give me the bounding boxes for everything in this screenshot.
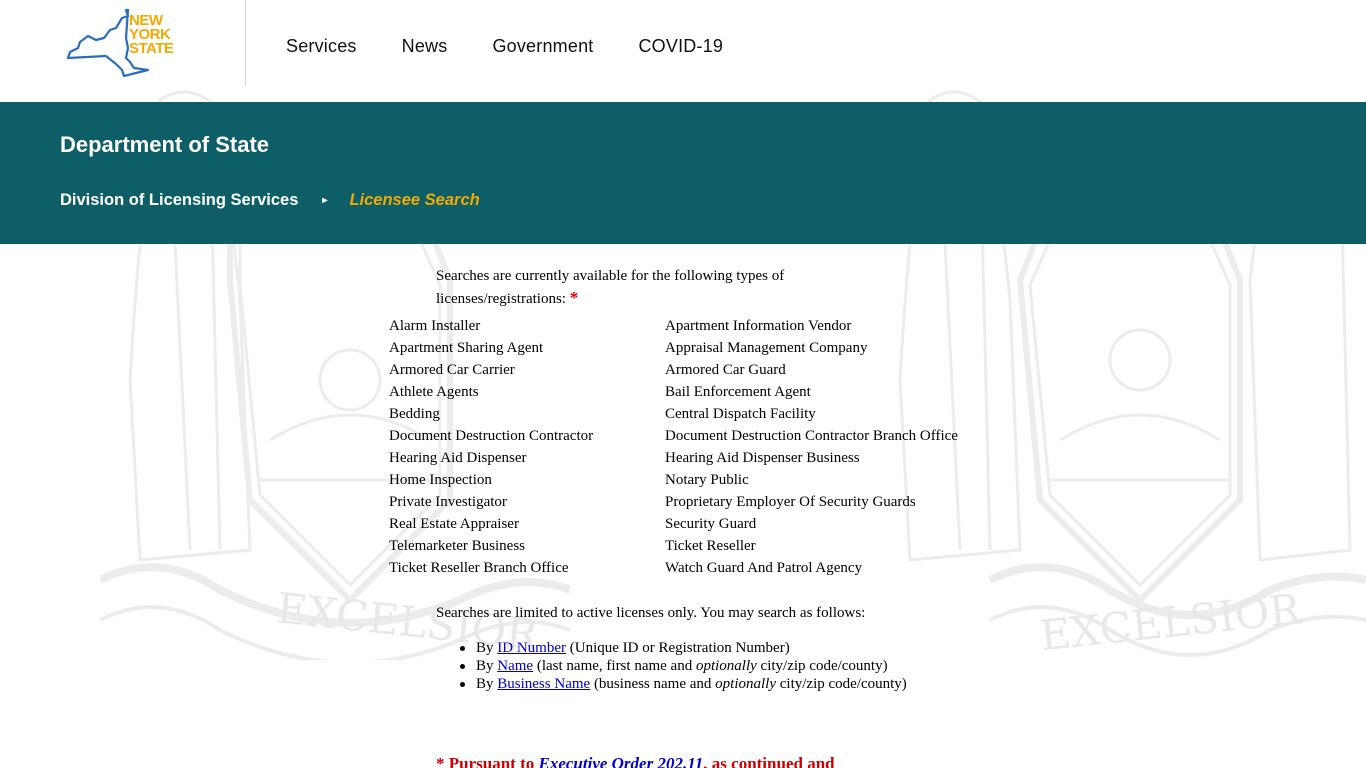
name-search-link[interactable]: Name — [497, 658, 533, 674]
license-type-item: Apartment Sharing Agent — [389, 340, 544, 356]
breadcrumb-division-of-licensing[interactable]: Division of Licensing Services — [60, 191, 298, 210]
license-type-item: Central Dispatch Facility — [665, 406, 816, 422]
site-header: NEW YORK STATE Services News Government … — [0, 0, 1366, 102]
nav-news[interactable]: News — [402, 36, 448, 57]
breadcrumb-arrow-icon: ▸ — [322, 195, 328, 206]
seal-motto-right: EXCELSIOR — [1038, 584, 1305, 660]
id-number-search-link[interactable]: ID Number — [497, 640, 566, 656]
agency-banner: Department of State Division of Licensin… — [0, 102, 1366, 244]
license-type-item: Armored Car Guard — [665, 362, 786, 378]
license-type-item: Hearing Aid Dispenser — [389, 450, 527, 466]
nys-logo-wordmark: NEW YORK STATE — [129, 12, 174, 57]
business-name-search-link[interactable]: Business Name — [497, 676, 590, 692]
license-type-item: Armored Car Carrier — [389, 362, 515, 378]
search-method-business-name: By Business Name (business name and opti… — [460, 675, 926, 693]
license-type-item: Proprietary Employer Of Security Guards — [665, 494, 916, 510]
license-type-item: Apartment Information Vendor — [665, 318, 852, 334]
license-type-item: Telemarketer Business — [389, 538, 525, 554]
nav-government[interactable]: Government — [492, 36, 593, 57]
search-methods-list: By ID Number (Unique ID or Registration … — [460, 639, 926, 693]
license-types-right-column: Apartment Information Vendor Appraisal Ma… — [665, 317, 958, 581]
license-type-item: Athlete Agents — [389, 384, 479, 400]
nav-covid-19[interactable]: COVID-19 — [638, 36, 723, 57]
license-type-item: Ticket Reseller Branch Office — [389, 560, 569, 576]
license-type-item: Document Destruction Contractor Branch O… — [665, 428, 958, 444]
license-type-item: Ticket Reseller — [665, 538, 756, 554]
page-title: Department of State — [60, 132, 270, 157]
executive-order-footnote: * Pursuant to Executive Order 202.11, as… — [436, 754, 835, 768]
search-limits-text: Searches are limited to active licenses … — [436, 605, 866, 621]
main-nav: Services News Government COVID-19 — [286, 36, 768, 57]
license-type-item: Appraisal Management Company — [665, 340, 868, 356]
license-type-item: Hearing Aid Dispenser Business — [665, 450, 860, 466]
license-type-item: Real Estate Appraiser — [389, 516, 519, 532]
license-type-item: Bail Enforcement Agent — [665, 384, 811, 400]
search-method-id-number: By ID Number (Unique ID or Registration … — [460, 639, 926, 657]
breadcrumb: Division of Licensing Services ▸ License… — [60, 191, 480, 210]
license-type-item: Document Destruction Contractor — [389, 428, 594, 444]
header-divider — [245, 0, 246, 86]
license-type-item: Private Investigator — [389, 494, 507, 510]
license-type-item: Bedding — [389, 406, 440, 422]
executive-order-link[interactable]: Executive Order 202.11 — [538, 754, 703, 768]
license-types-left-column: Alarm Installer Apartment Sharing Agent Ar… — [389, 317, 593, 581]
nav-services[interactable]: Services — [286, 36, 357, 57]
license-type-item: Notary Public — [665, 472, 749, 488]
license-type-item: Home Inspection — [389, 472, 492, 488]
intro-text: Searches are currently available for the… — [436, 268, 785, 307]
license-type-item: Watch Guard And Patrol Agency — [665, 560, 863, 576]
footnote-asterisk: * — [569, 288, 579, 307]
search-method-name: By Name (last name, first name and optio… — [460, 657, 926, 675]
breadcrumb-current-licensee-search: Licensee Search — [349, 191, 480, 209]
license-type-item: Alarm Installer — [389, 318, 481, 334]
license-type-item: Security Guard — [665, 516, 757, 532]
